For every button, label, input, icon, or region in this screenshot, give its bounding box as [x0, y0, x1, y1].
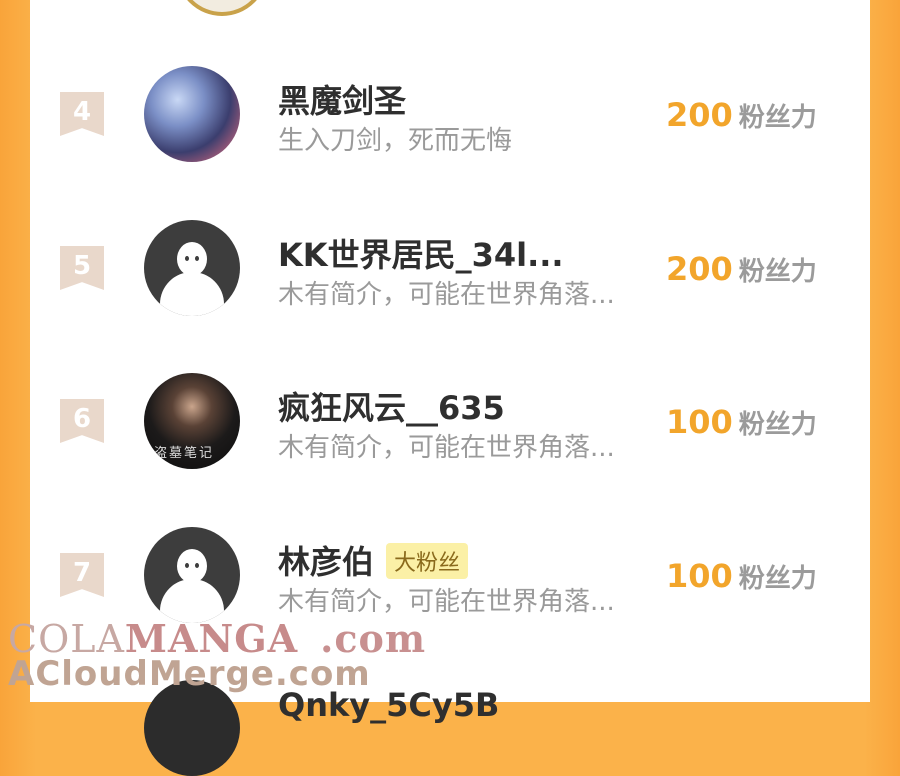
rank-badge: 5	[60, 246, 104, 290]
user-name[interactable]: 黑魔剑圣	[278, 76, 406, 122]
user-bio: 木有简介，可能在世界角落...	[278, 433, 615, 463]
user-bio: 木有简介，可能在世界角落...	[278, 280, 615, 310]
avatar-head-shape	[177, 549, 207, 583]
avatar-eye	[185, 256, 189, 261]
user-name[interactable]: 林彦伯 大粉丝	[278, 537, 469, 583]
user-name[interactable]: KK世界居民_34l...	[278, 230, 564, 276]
fan-power-value: 200	[666, 96, 733, 134]
next-row-avatar[interactable]	[144, 680, 240, 776]
rank-badge: 7	[60, 553, 104, 597]
fan-power: 100 粉丝力	[666, 403, 817, 441]
ranking-panel: 4 黑魔剑圣 生入刀剑，死而无悔 200 粉丝力 5 KK世界居民_34l... …	[30, 0, 870, 702]
avatar-head-shape	[177, 242, 207, 276]
fan-power: 200 粉丝力	[666, 96, 817, 134]
user-bio: 生入刀剑，死而无悔	[278, 126, 513, 156]
fan-power: 100 粉丝力	[666, 557, 817, 595]
rank-badge: 6	[60, 399, 104, 443]
ranking-row[interactable]: 4 黑魔剑圣 生入刀剑，死而无悔 200 粉丝力	[30, 66, 870, 176]
previous-avatar[interactable]	[176, 0, 268, 16]
default-avatar[interactable]	[144, 527, 240, 623]
ranking-row[interactable]: 6 盗墓笔记 疯狂风云__635 木有简介，可能在世界角落... 100 粉丝力	[30, 373, 870, 483]
avatar-eye	[185, 563, 189, 568]
avatar[interactable]: 盗墓笔记	[144, 373, 240, 469]
user-bio: 木有简介，可能在世界角落...	[278, 587, 615, 617]
fan-power-unit: 粉丝力	[738, 103, 817, 133]
rank-badge: 4	[60, 92, 104, 136]
avatar-eye	[195, 563, 199, 568]
watermark-acloudmerge: ACloudMerge.com	[8, 654, 371, 694]
avatar-body-shape	[160, 272, 224, 316]
fan-power-value: 200	[666, 250, 733, 288]
fan-power-value: 100	[666, 403, 733, 441]
fan-power: 200 粉丝力	[666, 250, 817, 288]
fan-power-unit: 粉丝力	[738, 410, 817, 440]
default-avatar[interactable]	[144, 220, 240, 316]
avatar-caption: 盗墓笔记	[154, 446, 215, 461]
fan-power-value: 100	[666, 557, 733, 595]
ranking-row[interactable]: 5 KK世界居民_34l... 木有简介，可能在世界角落... 200 粉丝力	[30, 220, 870, 330]
fan-power-unit: 粉丝力	[738, 564, 817, 594]
user-name[interactable]: 疯狂风云__635	[278, 383, 505, 429]
avatar[interactable]	[144, 66, 240, 162]
big-fan-badge: 大粉丝	[386, 543, 469, 579]
fan-power-unit: 粉丝力	[738, 257, 817, 287]
avatar-eye	[195, 256, 199, 261]
